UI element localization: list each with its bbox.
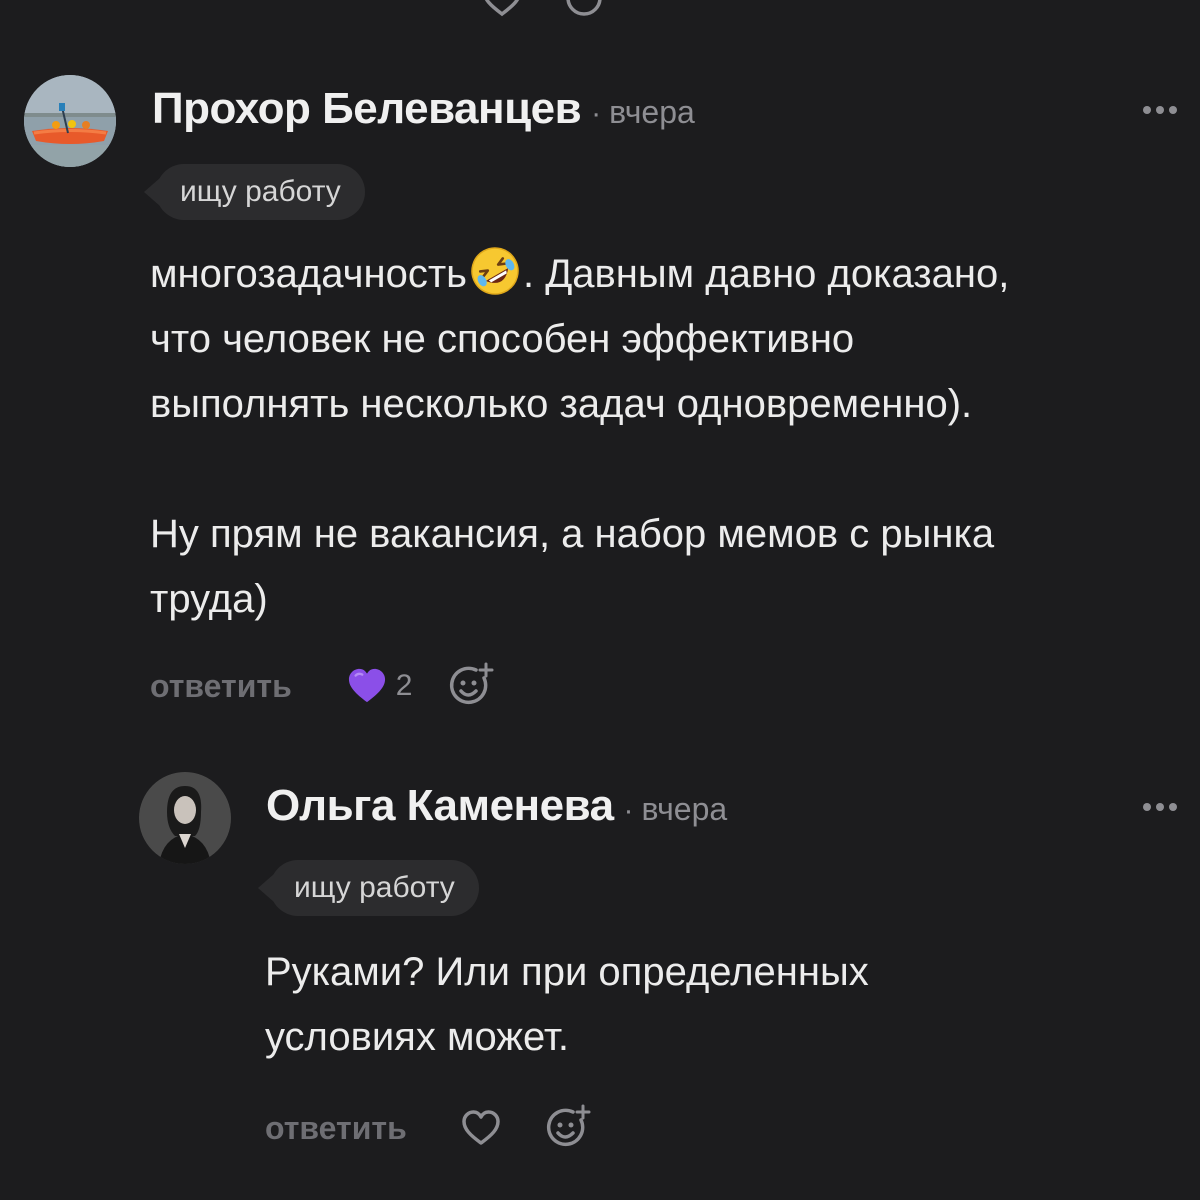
like-button[interactable] [459, 1108, 503, 1148]
reply-button[interactable]: ответить [265, 1110, 407, 1147]
text-line: условиях может. [265, 1015, 569, 1059]
timestamp: вчера [641, 791, 728, 827]
comment-actions: ответить 2 [150, 662, 496, 710]
author-name[interactable]: Ольга Каменева [266, 781, 614, 831]
separator: · [591, 97, 602, 130]
text-line: многозадачность . Давным давно доказано, [150, 242, 1190, 307]
heart-outline-icon[interactable] [480, 0, 524, 18]
author-name[interactable]: Прохор Белеванцев [152, 84, 582, 134]
add-reaction-button[interactable] [448, 662, 496, 710]
comments-thread: Прохор Белеванцев · вчера ищу работу мно… [0, 0, 1200, 1200]
more-options-icon[interactable] [1143, 801, 1177, 813]
comment-actions: ответить [265, 1104, 593, 1152]
separator: · [623, 794, 634, 827]
add-reaction-icon [546, 1104, 591, 1147]
text-line: труда) [150, 577, 268, 621]
status-badge: ищу работу [258, 860, 479, 916]
timestamp: вчера [609, 94, 695, 130]
rolling-on-floor-laughing-emoji [471, 247, 519, 295]
woman-portrait-photo [139, 772, 231, 864]
text-line: Руками? Или при определенных [265, 950, 869, 994]
status-badge-label: ищу работу [180, 175, 341, 208]
add-reaction-icon [450, 662, 494, 705]
purple-heart-icon [348, 668, 385, 703]
status-badge: ищу работу [144, 164, 365, 220]
previous-comment-actions [480, 0, 608, 18]
more-options-icon[interactable] [1143, 104, 1177, 116]
comment-header: Прохор Белеванцев · вчера [152, 84, 695, 134]
like-button[interactable]: 2 [346, 667, 413, 705]
comment-header: Ольга Каменева · вчера [266, 781, 727, 831]
text-line: что человек не способен эффективно [150, 317, 855, 361]
like-count: 2 [395, 669, 413, 702]
text-fragment: . Давным давно доказано, [522, 252, 1010, 296]
avatar[interactable] [139, 772, 231, 864]
text-fragment: многозадачность [150, 252, 467, 296]
text-line: Ну прям не вакансия, а набор мемов с рын… [150, 512, 995, 556]
comment-text: Руками? Или при определенных условиях мо… [265, 940, 1185, 1070]
text-line: выполнять несколько задач одновременно). [150, 382, 973, 426]
avatar[interactable] [24, 75, 116, 167]
add-reaction-icon[interactable] [564, 0, 608, 18]
reply-button[interactable]: ответить [150, 668, 292, 705]
heart-outline-icon [461, 1110, 500, 1145]
add-reaction-button[interactable] [545, 1104, 593, 1152]
boat-photo [24, 75, 116, 167]
status-badge-label: ищу работу [294, 871, 455, 904]
comment-text: многозадачность . Давным давно доказано,… [150, 242, 1190, 632]
